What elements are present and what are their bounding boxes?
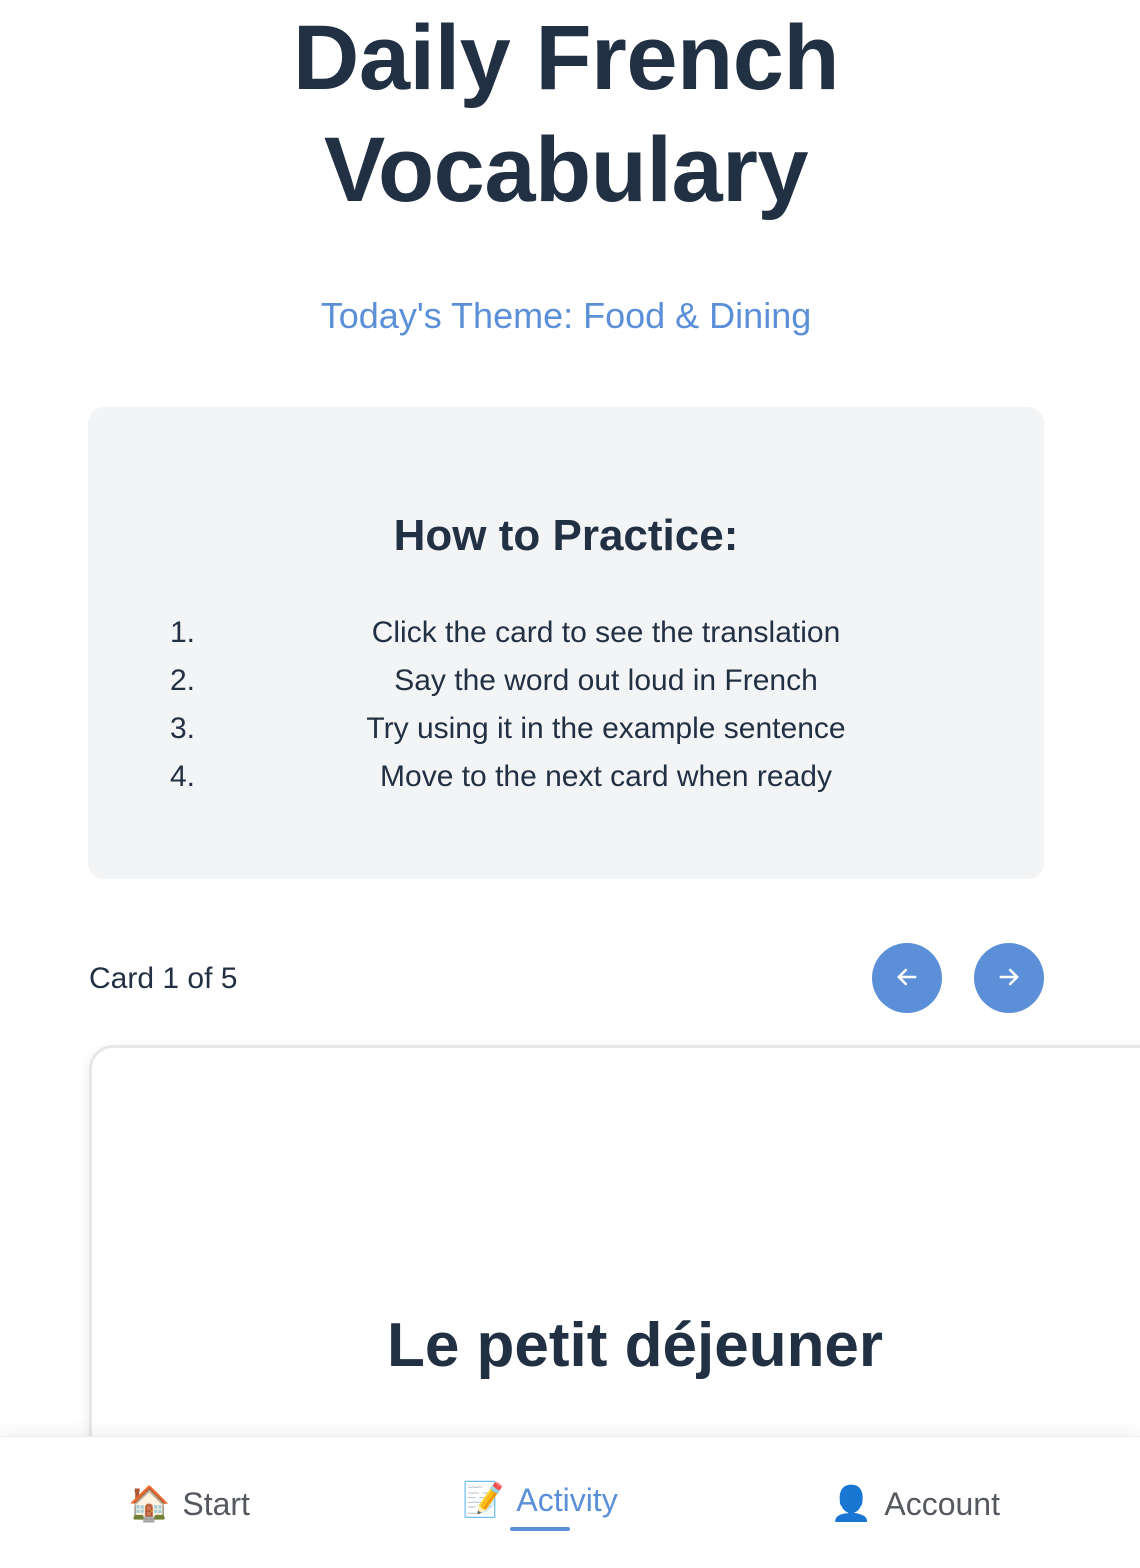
step-number: 3.	[170, 712, 196, 745]
step-text: Say the word out loud in French	[394, 664, 818, 697]
next-card-button[interactable]	[974, 943, 1044, 1013]
practice-instructions-panel: How to Practice: 1. Click the card to se…	[88, 407, 1044, 879]
nav-item-account[interactable]: 👤 Account	[830, 1479, 1000, 1529]
practice-step: 3. Try using it in the example sentence	[88, 705, 1044, 753]
step-number: 4.	[170, 760, 196, 793]
nav-item-label: Account	[884, 1485, 1000, 1522]
page-title-line2: Vocabulary	[323, 119, 809, 221]
step-text: Try using it in the example sentence	[366, 712, 846, 745]
page-title-line1: Daily French	[292, 7, 840, 109]
step-number: 2.	[170, 664, 196, 697]
card-counter: Card 1 of 5	[89, 962, 238, 995]
step-number: 1.	[170, 616, 196, 649]
step-text: Move to the next card when ready	[380, 760, 832, 793]
practice-step: 4. Move to the next card when ready	[88, 753, 1044, 801]
nav-item-label: Start	[182, 1485, 250, 1522]
practice-steps-list: 1. Click the card to see the translation…	[88, 609, 1044, 801]
practice-step: 1. Click the card to see the translation	[88, 609, 1044, 657]
bottom-navigation-bar: 🏠 Start 📝 Activity 👤 Account	[0, 1436, 1140, 1568]
previous-card-button[interactable]	[872, 943, 942, 1013]
memo-icon: 📝	[462, 1481, 505, 1519]
active-tab-indicator	[510, 1527, 570, 1531]
practice-title: How to Practice:	[393, 511, 739, 560]
page-title: Daily French Vocabulary	[0, 2, 1132, 226]
page: Daily French Vocabulary Today's Theme: F…	[0, 0, 1140, 1568]
nav-item-start[interactable]: 🏠 Start	[128, 1479, 250, 1529]
nav-item-activity[interactable]: 📝 Activity	[462, 1475, 618, 1525]
theme-subtitle: Today's Theme: Food & Dining	[320, 295, 812, 336]
house-icon: 🏠	[128, 1485, 171, 1523]
practice-step: 2. Say the word out loud in French	[88, 657, 1044, 705]
flashcard-word: Le petit déjeuner	[386, 1311, 884, 1380]
user-silhouette-icon: 👤	[830, 1485, 873, 1523]
arrow-left-icon	[893, 963, 921, 994]
nav-item-label: Activity	[516, 1481, 618, 1518]
arrow-right-icon	[995, 963, 1023, 994]
step-text: Click the card to see the translation	[371, 616, 841, 649]
